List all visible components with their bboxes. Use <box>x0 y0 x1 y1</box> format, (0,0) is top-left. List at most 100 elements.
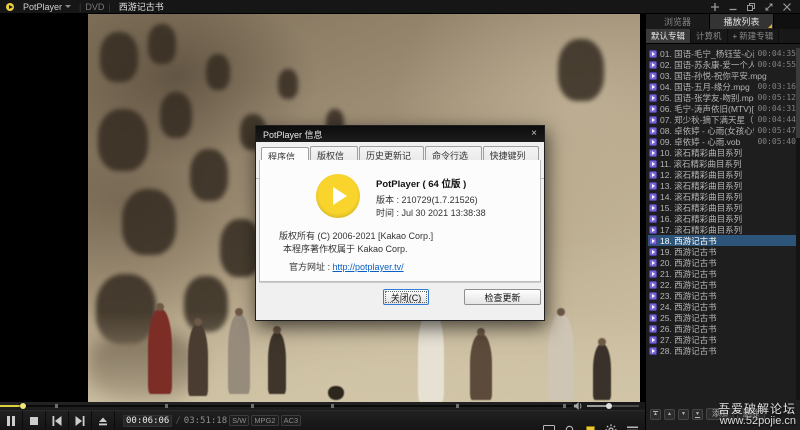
playlist-item[interactable]: 09. 卓依婷 - 心雨.vob00:05:40 <box>648 136 799 147</box>
person-figure <box>188 324 208 396</box>
person-figure <box>470 334 492 400</box>
media-file-icon <box>649 226 657 234</box>
move-bottom-button[interactable]: ▼ <box>692 409 703 420</box>
website-label: 官方网址 : <box>289 262 330 272</box>
cave-opening <box>148 24 176 64</box>
playlist-item[interactable]: 11. 滚石精彩曲目系列 <box>648 158 799 169</box>
playlist-item[interactable]: 03. 国语-孙悦-祝你平安.mpg <box>648 70 799 81</box>
osd-message-button[interactable] <box>543 425 555 430</box>
always-on-top-button[interactable] <box>710 2 719 11</box>
close-button[interactable] <box>782 2 791 11</box>
minimize-button[interactable] <box>728 2 737 11</box>
menu-button[interactable] <box>627 426 638 430</box>
seek-knob[interactable] <box>20 403 26 409</box>
playlist-item[interactable]: 06. 毛宁-涛声依旧(MTV)[国语].mpg00:04:31 <box>648 103 799 114</box>
check-update-button[interactable]: 检查更新 <box>464 289 541 305</box>
media-file-icon <box>649 83 657 91</box>
time-separator: / <box>175 416 180 426</box>
volume-knob[interactable] <box>606 403 612 409</box>
playlist-item[interactable]: 16. 滚石精彩曲目系列 <box>648 213 799 224</box>
playlist-item[interactable]: 10. 滚石精彩曲目系列 <box>648 147 799 158</box>
media-file-icon <box>649 127 657 135</box>
seek-bar[interactable] <box>0 402 572 410</box>
media-file-icon <box>649 94 657 102</box>
media-file-icon <box>649 182 657 190</box>
codec-badge: AC3 <box>281 415 302 426</box>
potplayer-play-logo-icon <box>316 174 360 218</box>
playlist-item[interactable]: 18. 西游记古书 <box>648 235 799 246</box>
playlist-item[interactable]: 21. 西游记古书 <box>648 268 799 279</box>
playlist-item[interactable]: 23. 西游记古书 <box>648 290 799 301</box>
watermark-line2: www.52pojie.cn <box>718 416 796 428</box>
person-figure <box>418 309 444 402</box>
playlist-toggle-button[interactable] <box>586 426 595 430</box>
stop-button[interactable] <box>23 411 46 430</box>
album-tab-计算机[interactable]: 计算机 <box>691 29 728 43</box>
playlist-item[interactable]: 19. 西游记古书 <box>648 246 799 257</box>
media-file-icon <box>649 50 657 58</box>
media-file-icon <box>649 61 657 69</box>
media-file-icon <box>649 72 657 80</box>
playlist-item[interactable]: 02. 国语-苏永康-爱一个人好难.mpg00:04:55 <box>648 59 799 70</box>
playlist-item[interactable]: 26. 西游记古书 <box>648 323 799 334</box>
chapter-mark <box>251 404 254 408</box>
volume-track[interactable] <box>587 405 639 407</box>
playlist-item[interactable]: 24. 西游记古书 <box>648 301 799 312</box>
playlist-item[interactable]: 20. 西游记古书 <box>648 257 799 268</box>
media-file-icon <box>649 292 657 300</box>
dialog-titlebar[interactable]: PotPlayer 信息 × <box>256 126 544 142</box>
playlist-item-duration: 00:05:40 <box>754 137 796 146</box>
search-button[interactable] <box>565 425 576 430</box>
media-file-icon <box>649 138 657 146</box>
playlist-item[interactable]: 13. 滚石精彩曲目系列 <box>648 180 799 191</box>
fullscreen-button[interactable] <box>764 2 773 11</box>
move-down-button[interactable]: ▼ <box>678 409 689 420</box>
pot-object <box>328 386 344 400</box>
settings-button[interactable] <box>605 424 617 430</box>
media-file-icon <box>649 160 657 168</box>
app-menu-button[interactable]: PotPlayer <box>19 2 75 12</box>
cave-opening <box>558 39 604 101</box>
website-link[interactable]: http://potplayer.tv/ <box>333 262 404 272</box>
tab-浏览器[interactable]: 浏览器 <box>646 14 710 29</box>
playlist-item[interactable]: 28. 西游记古书 <box>648 345 799 356</box>
pause-button[interactable] <box>0 411 23 430</box>
person-figure <box>148 309 172 394</box>
codec-badges: S/WMPG2AC3 <box>227 415 301 426</box>
move-top-button[interactable]: ▲ <box>650 409 661 420</box>
person-figure <box>228 314 250 394</box>
album-tab-默认专辑[interactable]: 默认专辑 <box>646 29 691 43</box>
scrollbar-thumb[interactable] <box>796 48 800 138</box>
playlist-item[interactable]: 27. 西游记古书 <box>648 334 799 345</box>
playlist-item[interactable]: 12. 滚石精彩曲目系列 <box>648 169 799 180</box>
open-file-button[interactable] <box>92 411 115 430</box>
playlist-item[interactable]: 15. 滚石精彩曲目系列 <box>648 202 799 213</box>
playlist-item[interactable]: 05. 国语-张学友-吻别.mpg00:05:12 <box>648 92 799 103</box>
playlist-scrollbar[interactable] <box>796 48 800 400</box>
plus-icon: + <box>733 32 738 41</box>
move-up-button[interactable]: ▲ <box>664 409 675 420</box>
playlist-item[interactable]: 08. 卓依婷 - 心雨(女孩心情故事).vob00:05:47 <box>648 125 799 136</box>
titlebar: PotPlayer | DVD | 西游记古书 <box>0 0 800 14</box>
playlist-item[interactable]: 07. 郑少秋-摘下满天星（国语）.vob00:04:44 <box>648 114 799 125</box>
dvd-button[interactable]: DVD <box>85 2 104 12</box>
dialog-close-button[interactable]: × <box>531 129 537 139</box>
album-tab-新建专辑[interactable]: +新建专辑 <box>728 29 780 43</box>
playlist-item[interactable]: 22. 西游记古书 <box>648 279 799 290</box>
playlist-item[interactable]: 25. 西游记古书 <box>648 312 799 323</box>
next-button[interactable] <box>69 411 92 430</box>
codec-badge: S/W <box>229 415 249 426</box>
current-time: 00:06:06 <box>123 415 172 427</box>
cave-opening <box>206 54 230 90</box>
previous-button[interactable] <box>46 411 69 430</box>
tab-播放列表[interactable]: 播放列表 <box>710 14 774 29</box>
playlist-item[interactable]: 14. 滚石精彩曲目系列 <box>648 191 799 202</box>
playlist-item[interactable]: 04. 国语-五月-缘分.mpg00:03:16 <box>648 81 799 92</box>
media-file-icon <box>649 259 657 267</box>
playlist-item[interactable]: 01. 国语-毛宁_杨钰莹-心雨.mpg00:04:35 <box>648 48 799 59</box>
playlist-item-duration: 00:03:16 <box>754 82 796 91</box>
cave-opening <box>100 32 138 82</box>
dialog-close-ok-button[interactable]: 关闭(C) <box>383 289 429 305</box>
playlist-item[interactable]: 17. 滚石精彩曲目系列 <box>648 224 799 235</box>
maximize-button[interactable] <box>746 2 755 11</box>
